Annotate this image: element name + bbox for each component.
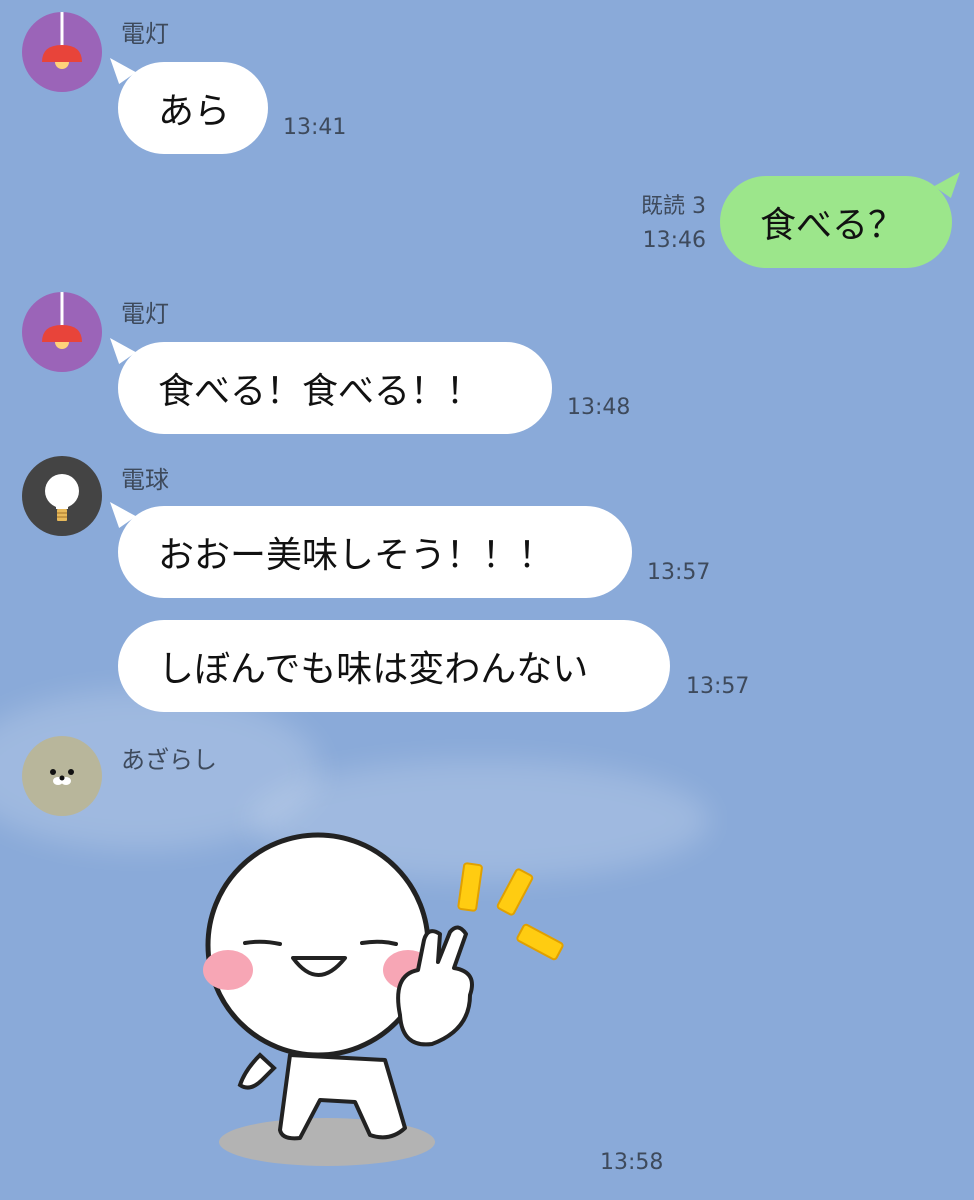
message-bubble[interactable]: 食べる！食べる！！ bbox=[118, 342, 552, 434]
message-time: 13:48 bbox=[567, 395, 631, 420]
message-bubble[interactable]: おおー美味しそう！！！ bbox=[118, 506, 632, 598]
message-time: 13:57 bbox=[686, 674, 750, 699]
seal-face-icon bbox=[50, 769, 74, 785]
message-bubble[interactable]: あら bbox=[118, 62, 268, 154]
message-text: あら bbox=[158, 91, 231, 132]
light-bulb-icon bbox=[45, 474, 79, 521]
avatar-seal[interactable] bbox=[22, 736, 102, 816]
message-bubble[interactable]: しぼんでも味は変わんない bbox=[118, 620, 670, 712]
sender-name: 電灯 bbox=[121, 300, 169, 328]
avatar-lamp[interactable] bbox=[22, 12, 102, 92]
sender-name: 電球 bbox=[121, 466, 169, 494]
ceiling-lamp-icon bbox=[42, 292, 82, 349]
smiling-peace-sign-sticker[interactable] bbox=[170, 830, 580, 1175]
message-text: しぼんでも味は変わんない bbox=[158, 649, 589, 690]
message-time: 13:57 bbox=[647, 560, 711, 585]
message-bubble-own[interactable]: 食べる？ bbox=[720, 176, 952, 268]
ceiling-lamp-icon bbox=[42, 12, 82, 69]
chat-area[interactable]: 電灯 あら 13:41 既読 3 13:46 食べる？ 電灯 食べる！食べる！！… bbox=[0, 0, 974, 1200]
message-text: 食べる？ bbox=[760, 205, 905, 246]
message-time: 13:58 bbox=[600, 1150, 664, 1175]
message-text: おおー美味しそう！！！ bbox=[158, 535, 555, 576]
message-time: 13:41 bbox=[283, 115, 347, 140]
read-receipt: 既読 3 bbox=[641, 194, 706, 219]
sender-name: あざらし bbox=[121, 746, 217, 774]
avatar-bulb[interactable] bbox=[22, 456, 102, 536]
message-text: 食べる！食べる！！ bbox=[158, 371, 483, 412]
avatar-lamp[interactable] bbox=[22, 292, 102, 372]
read-status: 既読 3 13:46 bbox=[600, 190, 706, 258]
sender-name: 電灯 bbox=[121, 20, 169, 48]
message-time: 13:46 bbox=[642, 228, 706, 253]
